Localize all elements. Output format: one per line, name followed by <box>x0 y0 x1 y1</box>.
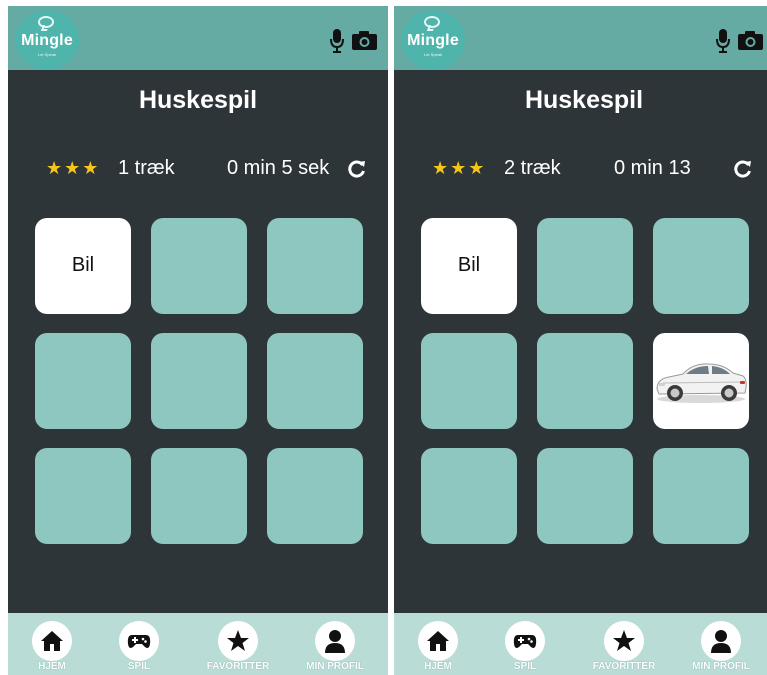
logo-name: Mingle <box>21 32 73 49</box>
memory-card[interactable] <box>267 333 363 429</box>
mingle-logo[interactable]: Mingle Let Speak <box>401 10 465 70</box>
top-bar: Mingle Let Speak <box>394 0 767 70</box>
nav-label: HJEM <box>424 661 452 672</box>
gamepad-icon <box>127 635 151 648</box>
nav-label: MIN PROFIL <box>306 661 364 672</box>
nav-label: HJEM <box>38 661 66 672</box>
memory-card[interactable]: Bil <box>421 218 517 314</box>
home-icon <box>427 631 449 651</box>
user-icon <box>325 630 345 653</box>
nav-home[interactable]: HJEM <box>398 613 478 675</box>
user-icon <box>711 630 731 653</box>
star-icon <box>227 630 249 651</box>
memory-card[interactable] <box>35 448 131 544</box>
page-title: Huskespil <box>138 86 258 114</box>
nav-label: MIN PROFIL <box>692 661 750 672</box>
microphone-icon[interactable] <box>330 28 344 54</box>
move-counter: 1 træk <box>118 157 175 179</box>
timer: 0 min 5 sek <box>227 157 330 179</box>
rating-stars: ★★★ <box>432 158 487 178</box>
memory-card[interactable] <box>151 218 247 314</box>
rating-stars: ★★★ <box>46 158 101 178</box>
nav-label: SPIL <box>513 661 537 672</box>
screen-2: Mingle Let Speak Huskespil ★★★ 2 træk 0 … <box>394 0 767 675</box>
memory-card[interactable] <box>537 448 633 544</box>
memory-card[interactable] <box>267 448 363 544</box>
memory-card[interactable] <box>537 333 633 429</box>
chat-bubble-icon <box>38 16 54 28</box>
car-image <box>656 363 747 403</box>
screen-1: Mingle Let Speak Huskespil ★★★ 1 træk 0 … <box>8 0 388 675</box>
logo-tagline: Let Speak <box>37 52 56 57</box>
star-icon <box>613 630 635 651</box>
card-word: Bil <box>71 254 95 276</box>
nav-profile[interactable]: MIN PROFIL <box>681 613 761 675</box>
move-counter: 2 træk <box>504 157 561 179</box>
microphone-icon[interactable] <box>716 28 730 54</box>
logo-tagline: Let Speak <box>423 52 442 57</box>
logo-name: Mingle <box>407 32 459 49</box>
nav-label: FAVORITTER <box>206 661 270 672</box>
chat-bubble-icon <box>424 16 440 28</box>
card-word: Bil <box>457 254 481 276</box>
memory-card[interactable] <box>653 448 749 544</box>
camera-icon[interactable] <box>738 30 763 50</box>
memory-card[interactable] <box>151 333 247 429</box>
memory-card[interactable] <box>653 218 749 314</box>
home-icon <box>41 631 63 651</box>
page-title: Huskespil <box>524 86 644 114</box>
memory-card[interactable] <box>537 218 633 314</box>
gamepad-icon <box>513 635 537 648</box>
mingle-logo[interactable]: Mingle Let Speak <box>15 10 79 70</box>
restart-icon[interactable] <box>348 160 366 178</box>
nav-favorites[interactable]: FAVORITTER <box>584 613 664 675</box>
restart-icon[interactable] <box>734 160 752 178</box>
memory-card[interactable] <box>267 218 363 314</box>
memory-card[interactable] <box>653 333 749 429</box>
timer: 0 min 13 <box>614 157 691 179</box>
bottom-nav: HJEM SPIL FAVORITTER MIN PROFIL <box>394 613 767 675</box>
memory-card[interactable] <box>151 448 247 544</box>
memory-card[interactable] <box>421 333 517 429</box>
memory-card[interactable] <box>421 448 517 544</box>
camera-icon[interactable] <box>352 30 377 50</box>
bottom-nav: HJEM SPIL FAVORITTER MIN PROFIL <box>8 613 388 675</box>
nav-games[interactable]: SPIL <box>485 613 565 675</box>
nav-favorites[interactable]: FAVORITTER <box>198 613 278 675</box>
nav-home[interactable]: HJEM <box>12 613 92 675</box>
top-bar: Mingle Let Speak <box>8 0 388 70</box>
nav-label: SPIL <box>127 661 151 672</box>
memory-card[interactable]: Bil <box>35 218 131 314</box>
nav-label: FAVORITTER <box>592 661 656 672</box>
nav-profile[interactable]: MIN PROFIL <box>295 613 375 675</box>
memory-card[interactable] <box>35 333 131 429</box>
nav-games[interactable]: SPIL <box>99 613 179 675</box>
